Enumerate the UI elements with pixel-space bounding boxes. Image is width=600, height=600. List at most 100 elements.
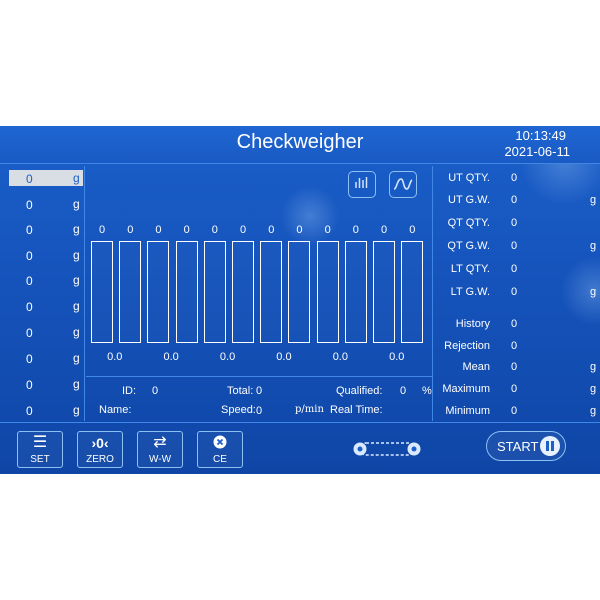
product-info: ID: 0 Total: 0 Qualified: 0 % Name: Spee… [86, 378, 432, 422]
list-item[interactable]: 0 g [0, 192, 84, 217]
stat-row: QT QTY. 0 [433, 213, 600, 233]
list-item-value: 0 [26, 326, 33, 340]
weight-bar [288, 241, 311, 343]
list-item[interactable]: 0 g [0, 398, 84, 423]
list-item-unit: g [73, 403, 80, 417]
weight-bar [260, 241, 283, 343]
stat-row: Rejection 0 [433, 336, 600, 356]
weight-bar [203, 241, 226, 343]
bar-chart-view-button[interactable] [348, 171, 376, 198]
bar-bottom-value: 0.0 [276, 351, 292, 363]
stat-value: 0 [511, 286, 518, 298]
bar-bottom-value: 0.0 [163, 351, 179, 363]
stat-value: 0 [511, 405, 518, 417]
qualified-label: Qualified: [336, 385, 383, 397]
list-item-value: 0 [26, 274, 33, 288]
bar-top-value: 0 [352, 224, 359, 236]
list-item-value: 0 [26, 352, 33, 366]
swap-icon: ⇄ [153, 434, 167, 451]
stat-row: UT QTY. 0 [433, 168, 600, 188]
stat-value: 0 [511, 318, 518, 330]
weight-bar [91, 241, 113, 343]
qualified-value: 0 [400, 385, 407, 397]
list-item-unit: g [73, 299, 80, 313]
list-item-unit: g [73, 377, 80, 391]
weight-bar-panel: 0 0 0 0 0 0 0 0 0 0 0 0 0.0 0.0 0.0 0.0 0.0 0.0 [86, 166, 432, 376]
set-button[interactable]: ☰ SET [17, 431, 63, 468]
bar-top-value: 0 [296, 224, 303, 236]
weight-bar [344, 241, 367, 343]
list-item-value: 0 [26, 172, 33, 186]
stat-label: UT QTY. [448, 172, 490, 184]
clear-icon [198, 435, 242, 453]
weight-bar [175, 241, 198, 343]
stat-row: Minimum 0 g [433, 401, 600, 421]
bar-top-value: 0 [183, 224, 190, 236]
stat-label: Minimum [445, 405, 490, 417]
qualified-unit: % [422, 385, 432, 397]
selection-highlight [9, 170, 83, 186]
bar-top-value: 0 [268, 224, 275, 236]
waveform-view-button[interactable] [389, 171, 417, 198]
stat-label: History [455, 318, 490, 330]
stat-unit: g [590, 405, 597, 417]
stat-label: Mean [462, 361, 490, 373]
zero-button[interactable]: ›0‹ ZERO [77, 431, 123, 468]
ce-button[interactable]: CE [197, 431, 243, 468]
bar-top-value: 0 [155, 224, 162, 236]
checkweigher-screen: Checkweigher 10:13:49 2021-06-11 0 g 0 g… [0, 126, 600, 474]
stat-value: 0 [511, 217, 518, 229]
zero-button-label: ZERO [86, 454, 114, 465]
ww-button[interactable]: ⇄ W-W [137, 431, 183, 468]
bar-bottom-value: 0.0 [107, 351, 123, 363]
bar-chart-icon [355, 177, 368, 188]
bar-top-value: 0 [409, 224, 416, 236]
list-item[interactable]: 0 g [0, 320, 84, 345]
list-item-unit: g [73, 197, 80, 211]
stat-row: LT QTY. 0 [433, 259, 600, 279]
zero-icon: ›0‹ [91, 435, 109, 451]
stat-value: 0 [511, 340, 518, 352]
list-item-unit: g [73, 273, 80, 287]
stat-row: History 0 [433, 314, 600, 334]
pause-icon [540, 436, 560, 456]
total-label: Total: [227, 385, 254, 397]
list-item[interactable]: 0 g [0, 346, 84, 371]
stat-unit: g [590, 361, 597, 373]
bar-top-value: 0 [211, 224, 218, 236]
stat-label: UT G.W. [448, 194, 490, 206]
list-item-unit: g [73, 222, 80, 236]
list-item-unit: g [73, 351, 80, 365]
divider [86, 376, 432, 377]
list-item-value: 0 [26, 198, 33, 212]
stat-value: 0 [511, 263, 518, 275]
stat-label: QT G.W. [447, 240, 490, 252]
start-button[interactable]: START [486, 431, 566, 461]
list-item[interactable]: 0 g [0, 243, 84, 268]
weight-bar [316, 241, 339, 343]
menu-icon: ☰ [32, 434, 48, 451]
waveform-icon [393, 178, 413, 190]
stat-row: QT G.W. 0 g [433, 236, 600, 256]
weight-history-list: 0 g 0 g 0 g 0 g 0 g 0 g 0 g 0 g 0 g 0 g [0, 166, 85, 421]
stat-unit: g [590, 194, 597, 206]
bar-top-value: 0 [240, 224, 247, 236]
name-label: Name: [99, 404, 132, 416]
stat-row: Mean 0 g [433, 357, 600, 377]
list-item[interactable]: 0 g [0, 268, 84, 293]
stat-value: 0 [511, 240, 518, 252]
list-item[interactable]: 0 g [0, 217, 84, 242]
stat-unit: g [590, 383, 597, 395]
bar-top-value: 0 [99, 224, 106, 236]
list-item[interactable]: 0 g [0, 166, 84, 191]
conveyor-icon [353, 442, 421, 456]
bar-bottom-value: 0.0 [332, 351, 348, 363]
weight-bar [119, 241, 142, 343]
list-item-value: 0 [26, 249, 33, 263]
list-item-unit: g [73, 171, 80, 185]
list-item[interactable]: 0 g [0, 372, 84, 397]
list-item[interactable]: 0 g [0, 294, 84, 319]
weight-bar [373, 241, 395, 343]
stat-row: UT G.W. 0 g [433, 190, 600, 210]
speed-unit: p/min [295, 404, 324, 415]
